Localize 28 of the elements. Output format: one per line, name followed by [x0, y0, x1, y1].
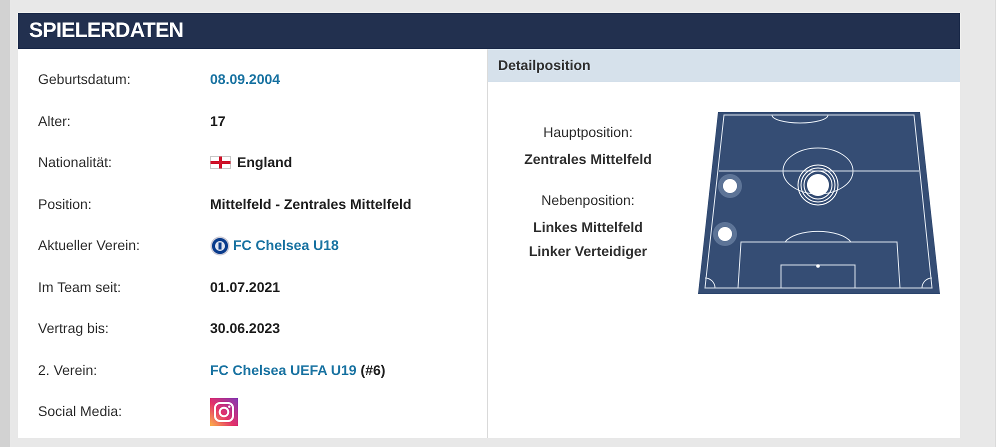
field-label: Vertrag bis: [38, 319, 110, 338]
value-link[interactable]: FC Chelsea UEFA U19 [210, 360, 357, 381]
position-label: Hauptposition: [543, 123, 633, 142]
field-label: Geburtsdatum: [38, 70, 132, 90]
value-text: 17 [210, 112, 226, 131]
detail-title: Detailposition [498, 56, 591, 75]
position-label: Nebenposition: [541, 191, 635, 210]
club-crest-icon [210, 236, 230, 256]
club-link[interactable]: FC Chelsea U18 [233, 235, 339, 256]
field-label: Nationalität: [38, 153, 113, 172]
field-label: Alter: [38, 112, 72, 131]
value-text: Mittelfeld - Zentrales Mittelfeld [210, 194, 412, 214]
position-value: Zentrales Mittelfeld [524, 150, 652, 169]
flag-icon [210, 156, 231, 170]
position-value: Linkes Mittelfeld [533, 218, 643, 237]
value-text: 30.06.2023 [210, 319, 280, 338]
position-value: Linker Verteidiger [528, 242, 648, 261]
field-label: Im Team seit: [38, 278, 122, 297]
field-label: Position: [38, 194, 93, 214]
value-text: England [237, 153, 292, 172]
field-label: Aktueller Verein: [38, 236, 141, 256]
field-label: 2. Verein: [38, 360, 98, 380]
section-title: SPIELERDATEN [29, 18, 184, 44]
instagram-icon[interactable] [210, 398, 238, 426]
value-text: 01.07.2021 [210, 278, 280, 297]
value-text: (#6) [360, 360, 386, 380]
value-link[interactable]: 08.09.2004 [210, 69, 280, 90]
field-label: Social Media: [38, 402, 124, 422]
